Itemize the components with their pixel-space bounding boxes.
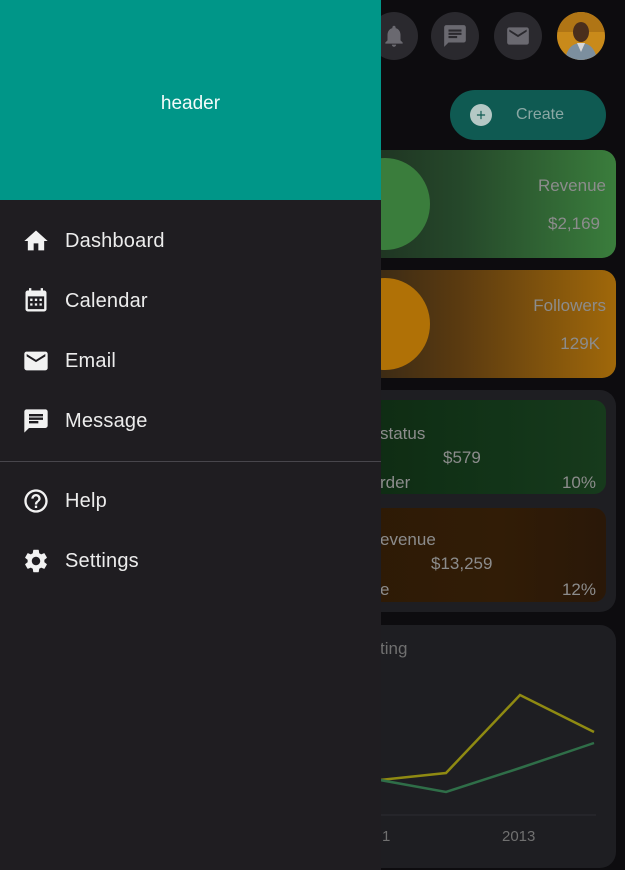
order-status-sub: rder — [380, 473, 411, 492]
nav-item-calendar[interactable]: Calendar — [0, 271, 381, 331]
nav-item-email[interactable]: Email — [0, 331, 381, 391]
x-tick-partial: 1 — [382, 828, 390, 845]
order-revenue-sub: e — [380, 580, 390, 599]
message-icon — [22, 407, 50, 435]
nav-item-label: Dashboard — [65, 229, 165, 252]
create-button[interactable]: Create — [450, 90, 606, 140]
nav-item-settings[interactable]: Settings — [0, 531, 381, 591]
order-status-title: status — [380, 424, 426, 443]
nav-item-label: Help — [65, 489, 107, 512]
email-icon — [22, 347, 50, 375]
order-revenue-value: $13,259 — [431, 554, 493, 573]
create-label: Create — [516, 106, 565, 123]
revenue-label: Revenue — [537, 176, 606, 195]
followers-label: Followers — [533, 296, 606, 315]
x-tick-2013: 2013 — [502, 828, 535, 845]
avatar-image — [557, 12, 605, 60]
chat-button[interactable] — [431, 12, 479, 60]
notifications-icon — [385, 25, 403, 47]
mail-icon — [507, 27, 529, 45]
followers-value: 129K — [560, 334, 600, 353]
home-icon — [22, 227, 50, 255]
revenue-value: $2,169 — [548, 214, 600, 233]
drawer-divider — [0, 461, 381, 462]
help-icon — [22, 487, 50, 515]
add-icon — [470, 104, 492, 126]
nav-item-message[interactable]: Message — [0, 391, 381, 451]
order-status-value: $579 — [443, 448, 481, 467]
drawer-header-title: header — [160, 93, 221, 114]
nav-item-dashboard[interactable]: Dashboard — [0, 211, 381, 271]
drawer-header: header — [0, 0, 381, 200]
nav-item-label: Calendar — [65, 289, 148, 312]
avatar[interactable] — [557, 12, 605, 60]
chat-icon — [444, 25, 466, 47]
nav-item-help[interactable]: Help — [0, 471, 381, 531]
nav-item-label: Email — [65, 349, 117, 372]
mail-button[interactable] — [494, 12, 542, 60]
nav-item-label: Settings — [65, 549, 139, 572]
order-revenue-title: evenue — [380, 530, 436, 549]
nav-item-label: Message — [65, 409, 148, 432]
settings-icon — [22, 547, 50, 575]
app-screen: Create Revenue $2,169 Followers 129K sta… — [0, 0, 625, 870]
order-revenue-percent: 12% — [561, 580, 596, 599]
calendar-icon — [22, 287, 50, 315]
order-status-percent: 10% — [561, 473, 596, 492]
navigation-drawer: header Dashboard Calendar Email Message — [0, 0, 381, 870]
